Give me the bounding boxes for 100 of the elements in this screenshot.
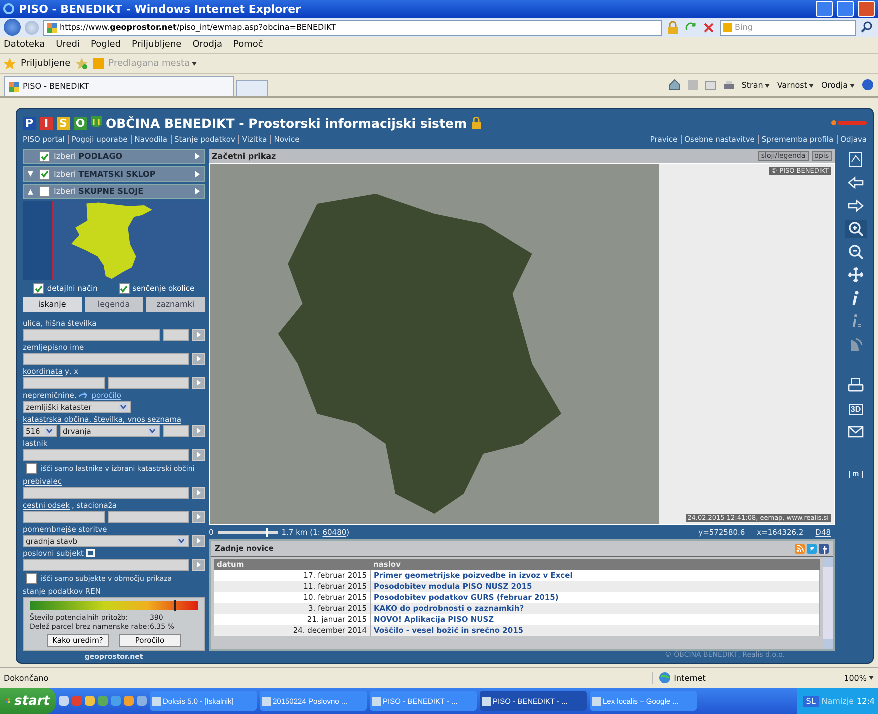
slider-thumb[interactable] (266, 528, 268, 536)
layer-group-label: Izberi TEMATSKI SKLOP (54, 170, 156, 179)
checkbox[interactable] (26, 573, 37, 584)
site-favicon (9, 82, 19, 92)
back-button[interactable] (4, 19, 21, 36)
3d-view-button[interactable]: 3D (845, 400, 867, 418)
panel-tab[interactable]: iskanje (23, 297, 82, 312)
mail-icon[interactable] (704, 80, 716, 90)
close-button[interactable] (858, 1, 875, 17)
caret-icon[interactable] (192, 62, 198, 66)
logo-letter: O (74, 116, 87, 130)
favorites-button[interactable]: Priljubljene (21, 58, 71, 68)
browser-tab[interactable]: PISO - BENEDIKT (4, 76, 234, 96)
input-field[interactable] (163, 425, 189, 437)
social-icon[interactable] (819, 544, 829, 554)
play-icon (196, 490, 200, 496)
input-field[interactable] (23, 559, 189, 571)
dropdown-arrow-icon[interactable] (119, 403, 128, 411)
play-icon (196, 538, 200, 544)
checkmark-icon (40, 170, 48, 178)
expand-arrow-icon[interactable] (195, 170, 200, 178)
play-icon (196, 380, 200, 386)
checkbox[interactable] (39, 151, 50, 162)
bird-icon[interactable] (807, 544, 817, 554)
search-go-button[interactable] (192, 535, 205, 547)
input-field[interactable] (23, 487, 189, 499)
checkbox[interactable] (26, 463, 37, 474)
search-go-button[interactable] (192, 377, 205, 389)
maximize-button[interactable] (837, 1, 854, 17)
start-button[interactable]: start (0, 688, 56, 714)
search-go-button[interactable] (192, 329, 205, 341)
caret-icon[interactable] (765, 84, 770, 88)
arrow-right-icon (847, 198, 865, 214)
menu-item[interactable]: Pomoč (234, 40, 264, 50)
bing-icon (92, 58, 104, 69)
input-field[interactable] (23, 329, 160, 341)
browser-icon (3, 3, 15, 15)
printer-icon (847, 378, 865, 394)
rss-icon[interactable] (795, 544, 805, 554)
input-field[interactable] (108, 377, 189, 389)
search-go-button[interactable] (192, 353, 205, 365)
dropdown-arrow-icon[interactable] (177, 537, 186, 545)
caret-icon[interactable] (850, 84, 855, 88)
overview-map-icon (847, 152, 865, 168)
input-field[interactable] (23, 511, 104, 523)
caret-icon[interactable] (809, 84, 814, 88)
layer-group-header[interactable]: Izberi PODLAGO (23, 149, 205, 164)
stop-icon[interactable] (702, 20, 716, 34)
address-field[interactable]: https://www.geoprostor.net/piso_int/ewmap.asp?obcina=BENEDIKT (43, 20, 662, 36)
arrow-right-icon (78, 392, 90, 398)
minimize-button[interactable] (816, 1, 833, 17)
panel-tab[interactable]: zaznamki (146, 297, 206, 312)
menu-item[interactable]: Datoteka (4, 40, 46, 50)
checkbox[interactable] (39, 186, 50, 198)
map-title: Začetni prikaz (212, 152, 276, 160)
expand-arrow-icon[interactable] (195, 153, 200, 160)
scrollbar[interactable] (823, 557, 833, 649)
panel-tab[interactable]: legenda (84, 297, 144, 312)
command-menu[interactable]: Varnost (777, 80, 814, 90)
search-go-button[interactable] (192, 449, 205, 461)
lock-icon[interactable] (666, 20, 680, 34)
zoom-in-tool[interactable] (845, 220, 867, 238)
checkbox[interactable] (118, 283, 130, 294)
app-icon (372, 696, 381, 706)
window-icon[interactable] (86, 549, 95, 557)
help-icon[interactable] (862, 79, 874, 91)
search-go-button[interactable] (192, 511, 205, 523)
input-field[interactable] (23, 377, 104, 389)
layer-group-label: Izberi SKUPNE SLOJE (54, 187, 144, 196)
dropdown-arrow-icon[interactable] (148, 427, 157, 435)
menu-item[interactable]: Uredi (56, 40, 80, 50)
command-menu[interactable]: Orodja (821, 80, 855, 90)
add-favorite-icon[interactable] (76, 58, 88, 70)
new-tab-button[interactable] (236, 80, 268, 96)
pan-icon (847, 267, 865, 283)
envelope-icon (847, 424, 865, 440)
input-field[interactable] (163, 329, 189, 341)
checkbox[interactable] (39, 168, 50, 180)
app-icon (262, 696, 271, 706)
menu-item[interactable]: Priljubljene (132, 40, 182, 50)
dropdown-arrow-icon[interactable] (45, 427, 54, 435)
input-field[interactable] (23, 449, 189, 461)
search-go-button[interactable] (192, 559, 205, 571)
language-indicator[interactable]: SL (803, 696, 819, 706)
search-icon[interactable] (860, 20, 874, 34)
home-icon[interactable] (668, 79, 681, 91)
printer-icon[interactable] (722, 80, 735, 90)
window-title: PISO - BENEDIKT - Windows Internet Explorer (19, 2, 302, 16)
input-field[interactable] (23, 353, 189, 365)
checkbox[interactable] (33, 283, 44, 294)
menu-item[interactable]: Orodja (192, 40, 223, 50)
search-go-button[interactable] (192, 425, 205, 437)
logo-letter: P (23, 116, 36, 130)
input-field[interactable] (108, 511, 189, 523)
menu-item[interactable]: Pogled (90, 40, 122, 50)
caret-icon[interactable] (869, 676, 874, 680)
zoom-level[interactable]: 100% (844, 674, 874, 682)
command-menu[interactable]: Stran (742, 80, 770, 90)
search-go-button[interactable] (192, 487, 205, 499)
expand-arrow-icon[interactable] (195, 188, 200, 196)
